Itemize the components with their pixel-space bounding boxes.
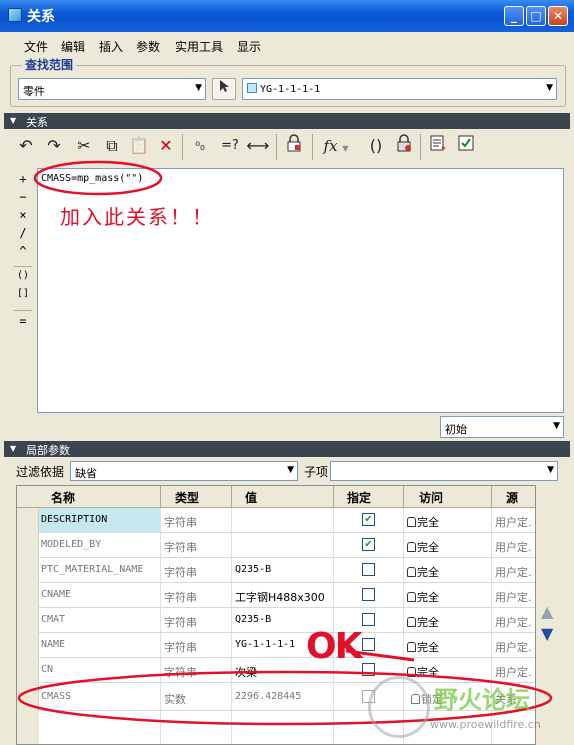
watermark-logo-icon [368,676,430,738]
watermark-url: www.proewildfire.cn [430,718,541,731]
annotation-overlay [17,649,553,726]
watermark-title: 野火论坛 [434,686,530,714]
annotation-ok-note: OK [306,626,362,667]
